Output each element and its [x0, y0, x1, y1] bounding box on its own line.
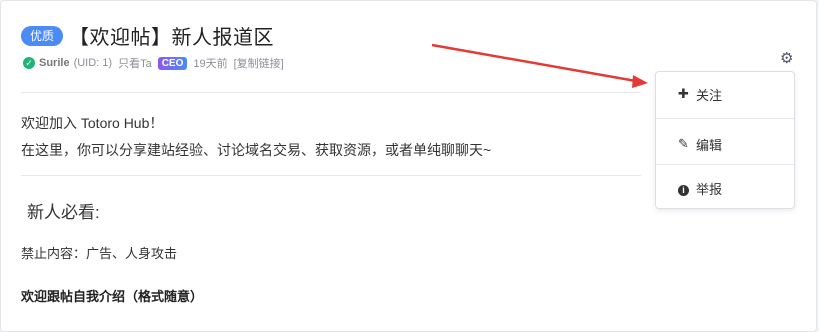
only-author-link[interactable]: 只看Ta	[118, 55, 152, 71]
post-time: 19天前	[193, 58, 228, 70]
edit-icon: ✎	[678, 136, 689, 151]
menu-divider	[656, 164, 794, 165]
menu-item-label: 关注	[696, 87, 723, 103]
menu-item-follow[interactable]: ✚ 关注	[656, 76, 794, 112]
post-meta: ✓ Surile (UID: 1) 只看Ta CEO 19天前 [复制链接]	[23, 55, 284, 71]
welcome-line: 欢迎加入 Totoro Hub！	[21, 115, 164, 131]
post-actions-menu: ✚ 关注 ✎ 编辑 i 举报	[655, 71, 795, 209]
forbidden-content: 禁止内容：广告、人身攻击	[21, 246, 178, 261]
divider	[21, 92, 641, 93]
section-heading: 新人必看:	[27, 203, 100, 222]
quality-badge: 优质	[21, 25, 64, 46]
menu-divider	[656, 118, 794, 119]
menu-item-edit[interactable]: ✎ 编辑	[656, 126, 794, 162]
author-name[interactable]: Surile	[39, 57, 70, 69]
menu-item-label: 举报	[696, 181, 723, 197]
menu-item-report[interactable]: i 举报	[656, 170, 794, 206]
author-uid: (UID: 1)	[73, 57, 113, 69]
self-intro-note: 欢迎跟帖自我介绍（格式随意）	[21, 289, 204, 304]
plus-icon: ✚	[678, 86, 689, 101]
post-title: 【欢迎帖】新人报道区	[69, 27, 275, 49]
copy-link[interactable]: [复制链接]	[234, 55, 284, 71]
info-icon: i	[678, 181, 692, 196]
divider	[21, 175, 641, 176]
gear-icon[interactable]: ⚙	[780, 51, 796, 67]
intro-line: 在这里，你可以分享建站经验、讨论域名交易、获取资源，或者单纯聊聊天~	[21, 142, 492, 158]
verified-icon: ✓	[23, 57, 35, 69]
menu-item-label: 编辑	[696, 137, 723, 153]
post-title-row: 优质 【欢迎帖】新人报道区	[21, 21, 274, 50]
role-badge: CEO	[157, 56, 188, 70]
